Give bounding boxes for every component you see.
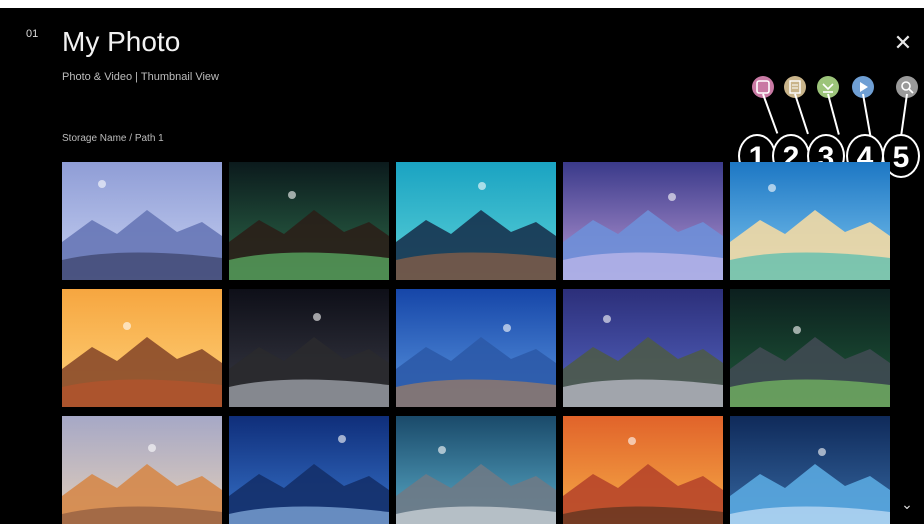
breadcrumb: Storage Name / Path 1 [62,133,164,144]
corner-label: 01 [26,28,39,40]
photo-rock-arch[interactable] [62,289,222,407]
view-mode-label: Photo & Video | Thumbnail View [62,71,219,83]
photo-moon-ice-cave[interactable] [730,416,890,524]
photo-aurora-snow-peaks[interactable] [396,416,556,524]
photo-app-screen: 01 My Photo Photo & Video | Thumbnail Vi… [0,8,924,524]
photo-teal-mountain[interactable] [396,162,556,280]
photo-paraglider-dunes[interactable] [62,416,222,524]
photo-night-valley[interactable] [229,416,389,524]
callout-leader-line [827,93,840,135]
photo-cactus-sunset[interactable] [563,416,723,524]
callout-leader-line [794,93,809,135]
photo-seaside-cliff[interactable] [62,162,222,280]
callout-leader-line [900,93,908,136]
callout-leader-line [762,93,779,134]
photo-purple-shore[interactable] [563,162,723,280]
scroll-down-icon[interactable]: ⌄ [898,496,916,512]
photo-tropical-beach[interactable] [730,162,890,280]
close-icon[interactable]: ✕ [890,30,916,56]
photo-aurora-lighthouse[interactable] [229,162,389,280]
photo-crescent-moon[interactable] [563,289,723,407]
photo-green-aurora[interactable] [730,289,890,407]
photo-blue-mountains[interactable] [396,289,556,407]
page-title: My Photo [62,26,181,57]
callout-leader-line [862,93,872,136]
photo-moon-desert-tent[interactable] [229,289,389,407]
